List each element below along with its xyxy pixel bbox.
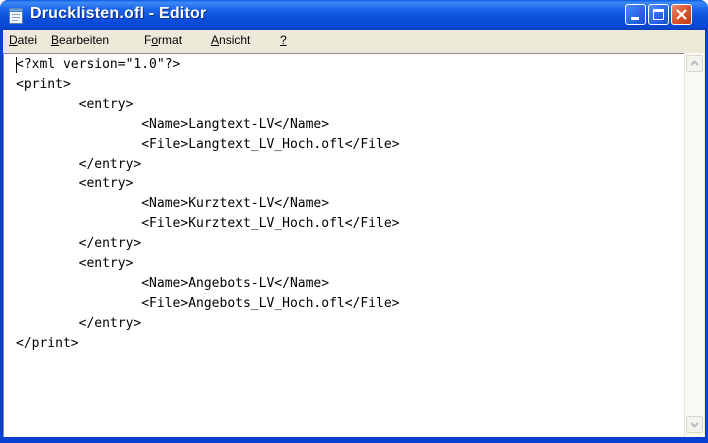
menu-bearbeiten[interactable]: Bearbeiten bbox=[51, 33, 109, 47]
arrow-down-icon bbox=[690, 422, 699, 428]
menu-datei[interactable]: Datei bbox=[9, 33, 37, 47]
notepad-icon[interactable] bbox=[9, 8, 23, 24]
window-title: Drucklisten.ofl - Editor bbox=[30, 5, 207, 22]
close-button[interactable] bbox=[671, 4, 692, 25]
menu-ansicht[interactable]: Ansicht bbox=[211, 33, 250, 47]
vertical-scrollbar[interactable] bbox=[684, 53, 704, 437]
arrow-up-icon bbox=[690, 60, 699, 66]
menu-format[interactable]: Format bbox=[144, 33, 182, 47]
text-editor-area[interactable]: <?xml version="1.0"?> <print> <entry> <N… bbox=[3, 53, 684, 437]
minimize-icon bbox=[631, 17, 639, 20]
editor-content[interactable]: <?xml version="1.0"?> <print> <entry> <N… bbox=[16, 55, 400, 354]
close-icon bbox=[676, 9, 687, 20]
title-bar[interactable]: Drucklisten.ofl - Editor bbox=[0, 0, 708, 30]
minimize-button[interactable] bbox=[625, 4, 646, 25]
menu-help[interactable]: ? bbox=[280, 33, 287, 47]
window-bottom-border bbox=[0, 437, 708, 443]
scroll-up-button[interactable] bbox=[686, 55, 703, 72]
scroll-down-button[interactable] bbox=[686, 416, 703, 433]
text-caret bbox=[16, 57, 17, 73]
maximize-icon bbox=[653, 9, 664, 20]
notepad-window: Drucklisten.ofl - Editor Datei Bearbeite… bbox=[0, 0, 708, 443]
maximize-button[interactable] bbox=[648, 4, 669, 25]
menu-bar: Datei Bearbeiten Format Ansicht ? bbox=[3, 30, 705, 50]
